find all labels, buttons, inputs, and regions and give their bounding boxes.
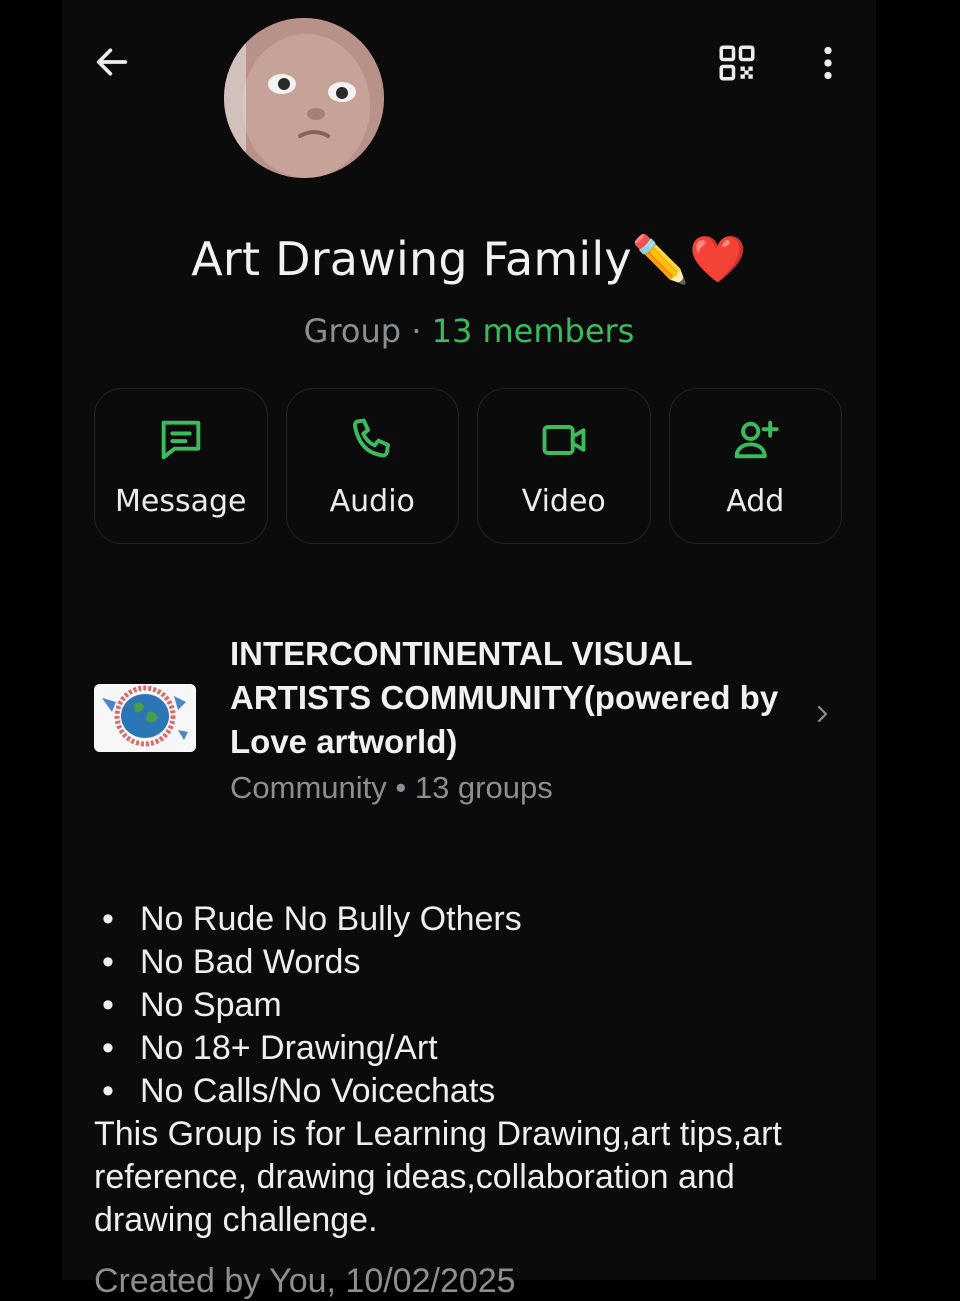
more-options-icon[interactable] [806,38,850,88]
group-subtitle: Group · 13 members [62,312,876,350]
message-button-label: Message [115,483,247,519]
group-name: Art Drawing Family✏️❤️ [191,232,747,286]
group-info-screen: Art Drawing Family✏️❤️ Group · 13 member… [62,0,876,1300]
list-item: No Calls/No Voicechats [94,1070,854,1113]
community-text: INTERCONTINENTAL VISUAL ARTISTS COMMUNIT… [230,632,790,806]
qr-code-icon[interactable] [714,40,760,86]
chevron-right-icon [817,705,828,723]
group-avatar[interactable] [224,18,384,178]
description-text: This Group is for Learning Drawing,art t… [94,1115,782,1239]
list-item: No Spam [94,984,854,1027]
video-icon [542,424,586,455]
video-call-button[interactable]: Video [477,388,651,544]
community-name: INTERCONTINENTAL VISUAL ARTISTS COMMUNIT… [230,635,779,760]
community-image [94,684,196,752]
back-arrow-icon[interactable] [90,40,134,84]
subtitle-separator: · [401,312,432,350]
add-person-icon [734,420,779,458]
created-by-line: Created by You, 10/02/2025 [94,1262,516,1300]
left-frame-edge [0,0,62,1280]
video-button-label: Video [521,483,606,519]
members-count-link[interactable]: 13 members [432,312,635,350]
message-icon [161,420,201,459]
audio-button-label: Audio [329,483,415,519]
right-frame-edge [876,0,960,1280]
group-type-label: Group [303,312,402,350]
phone-icon [353,418,391,457]
message-button[interactable]: Message [94,388,268,544]
list-item: No Bad Words [94,941,854,984]
group-description: No Rude No Bully Others No Bad Words No … [94,898,854,1242]
list-item: No Rude No Bully Others [94,898,854,941]
list-item: No 18+ Drawing/Art [94,1027,854,1070]
community-row[interactable]: INTERCONTINENTAL VISUAL ARTISTS COMMUNIT… [94,632,842,812]
rules-list: No Rude No Bully Others No Bad Words No … [94,898,854,1113]
community-meta: Community • 13 groups [230,770,553,805]
add-button-label: Add [726,483,785,519]
add-member-button[interactable]: Add [668,388,842,544]
action-buttons-row: Message Audio Video Add [94,388,842,544]
audio-call-button[interactable]: Audio [285,388,459,544]
